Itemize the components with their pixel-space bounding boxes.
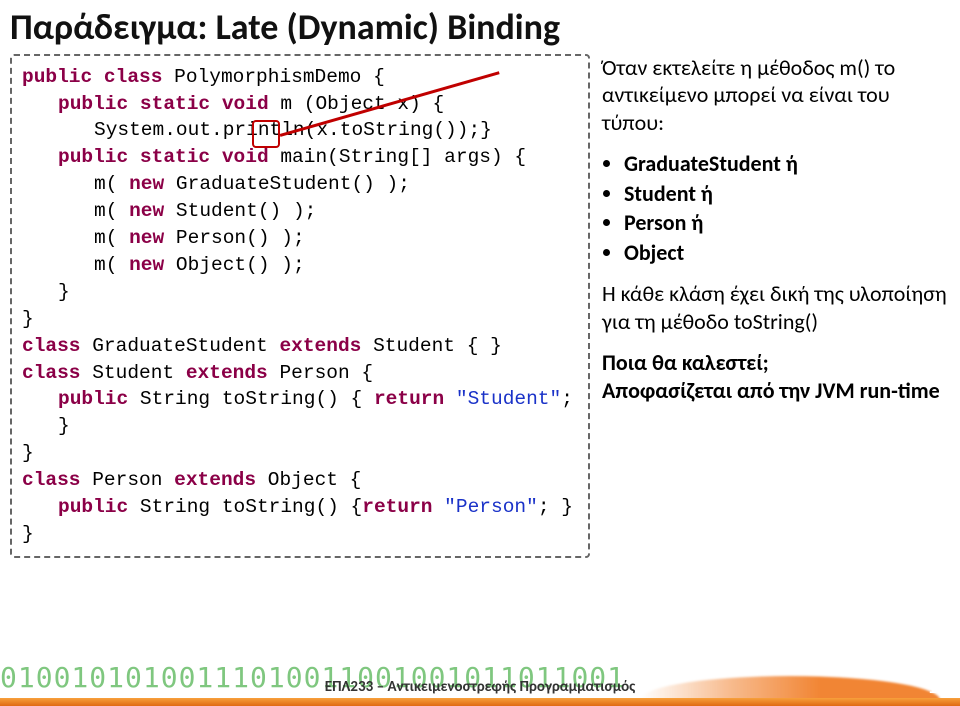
explanation-column: Όταν εκτελείτε η μέθοδος m() το αντικείμ… [602,48,950,558]
code-line-10: } [22,306,578,333]
slide-title: Παράδειγμα: Late (Dynamic) Binding [0,0,960,48]
list-item: GraduateStudent ή [624,150,950,178]
code-line-12: class Student extends Person { [22,360,578,387]
code-line-15: class Person extends Object { [22,467,578,494]
orange-strip [0,698,960,706]
list-item: Student ή [624,180,950,208]
footer-course-label: ΕΠΛ233 – Αντικειμενοστρεφής Προγραμματισ… [325,678,636,696]
code-line-14: } [22,440,578,467]
code-line-13: public String toString() { return "Stude… [22,386,578,440]
code-line-11: class GraduateStudent extends Student { … [22,333,578,360]
code-line-3: System.out.println(x.toString());} [22,117,578,144]
code-line-16: public String toString() {return "Person… [22,494,578,521]
code-line-1: public class PolymorphismDemo { [22,64,578,91]
list-item: Person ή [624,209,950,237]
content-row: public class PolymorphismDemo { public s… [0,48,960,558]
slide: Παράδειγμα: Late (Dynamic) Binding publi… [0,0,960,706]
code-line-7: m( new Person() ); [22,225,578,252]
code-line-2: public static void m (Object x) { [22,91,578,118]
list-item: Object [624,239,950,267]
type-list: GraduateStudent ή Student ή Person ή Obj… [602,150,950,266]
explanation-paragraph-1: Όταν εκτελείτε η μέθοδος m() το αντικείμ… [602,54,950,137]
page-number: 17 [928,676,946,698]
code-line-8: m( new Object() ); [22,252,578,279]
code-line-17: } [22,521,578,548]
code-line-4: public static void main(String[] args) { [22,144,578,171]
code-block: public class PolymorphismDemo { public s… [10,54,590,558]
code-line-5: m( new GraduateStudent() ); [22,171,578,198]
slide-footer: 01001010100111010011001001011011001 ΕΠΛ2… [0,662,960,706]
explanation-paragraph-2: Η κάθε κλάση έχει δική της υλοποίηση για… [602,280,950,335]
code-line-9: } [22,279,578,306]
explanation-paragraph-3: Ποια θα καλεστεί; Αποφασίζεται από την J… [602,349,950,404]
code-line-6: m( new Student() ); [22,198,578,225]
